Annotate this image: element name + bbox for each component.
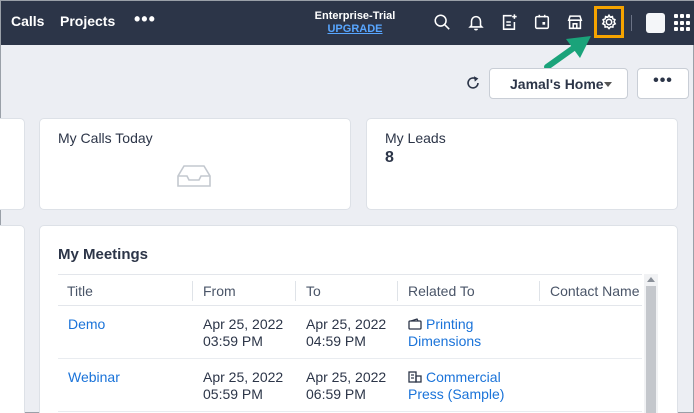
edition-info: Enterprise-Trial UPGRADE (309, 10, 401, 36)
column-header-title[interactable]: Title (67, 283, 93, 299)
refresh-icon[interactable] (464, 74, 482, 92)
home-dropdown-label: Jamal's Home (510, 76, 604, 92)
from-date: Apr 25, 2022 (203, 369, 284, 385)
apps-grid-icon[interactable] (674, 14, 692, 32)
column-header-to[interactable]: To (306, 283, 321, 299)
left-widget-card (0, 118, 25, 210)
related-to-link[interactable]: Commercial Press (Sample) (408, 369, 504, 403)
column-divider (295, 281, 296, 301)
meeting-from: Apr 25, 2022 03:59 PM (203, 316, 283, 350)
related-to-line1: Printing (426, 316, 474, 332)
column-divider (192, 281, 193, 301)
edition-name: Enterprise-Trial (314, 10, 396, 22)
nav-more-button[interactable]: ••• (134, 9, 156, 30)
leads-title: My Leads (385, 130, 446, 146)
column-divider (397, 281, 398, 301)
add-record-icon[interactable] (498, 11, 520, 33)
from-time: 05:59 PM (203, 386, 263, 402)
meetings-title: My Meetings (58, 246, 149, 263)
related-to-line2: Press (Sample) (408, 386, 505, 402)
pointer-arrow-icon (544, 36, 591, 70)
nav-calls-link[interactable]: Calls (11, 13, 44, 29)
related-to-line2: Dimensions (408, 333, 482, 349)
nav-divider (631, 15, 632, 31)
leads-count[interactable]: 8 (385, 149, 394, 167)
column-header-from[interactable]: From (203, 283, 236, 299)
marketplace-icon[interactable] (564, 11, 586, 33)
scroll-up-icon[interactable] (647, 277, 655, 282)
meeting-title-link[interactable]: Demo (68, 316, 105, 333)
deal-icon (408, 318, 422, 330)
to-time: 04:59 PM (306, 333, 366, 349)
meetings-card: My Meetings Title From To Related To Con… (39, 225, 678, 413)
to-date: Apr 25, 2022 (306, 369, 387, 385)
meeting-title-link[interactable]: Webinar (68, 369, 120, 386)
building-icon (408, 371, 422, 383)
home-dropdown[interactable]: Jamal's Home (489, 68, 628, 99)
search-icon[interactable] (431, 11, 453, 33)
meeting-to: Apr 25, 2022 04:59 PM (306, 316, 386, 350)
more-options-button[interactable]: ••• (637, 68, 689, 99)
calendar-icon[interactable] (531, 11, 553, 33)
table-row: Demo Apr 25, 2022 03:59 PM Apr 25, 2022 … (58, 306, 642, 359)
calls-today-title: My Calls Today (58, 130, 153, 146)
upgrade-link[interactable]: UPGRADE (309, 23, 401, 36)
scroll-thumb[interactable] (646, 286, 656, 413)
column-header-contact-name[interactable]: Contact Name (550, 283, 639, 299)
avatar[interactable] (646, 13, 665, 33)
meeting-to: Apr 25, 2022 06:59 PM (306, 369, 386, 403)
to-time: 06:59 PM (306, 386, 366, 402)
meeting-from: Apr 25, 2022 05:59 PM (203, 369, 283, 403)
column-header-related-to[interactable]: Related To (408, 283, 475, 299)
chevron-down-icon (604, 82, 612, 87)
calls-today-card: My Calls Today (39, 118, 351, 210)
related-to-line1: Commercial (426, 369, 501, 385)
from-time: 03:59 PM (203, 333, 263, 349)
column-divider (539, 281, 540, 301)
table-row: Webinar Apr 25, 2022 05:59 PM Apr 25, 20… (58, 359, 642, 412)
table-header: Title From To Related To Contact Name (58, 274, 642, 306)
left-widget-card (0, 225, 25, 413)
leads-card: My Leads 8 (366, 118, 678, 210)
nav-projects-link[interactable]: Projects (60, 13, 115, 29)
bell-icon[interactable] (465, 11, 487, 33)
related-to-link[interactable]: Printing Dimensions (408, 316, 481, 350)
empty-inbox-icon (177, 165, 211, 187)
to-date: Apr 25, 2022 (306, 316, 387, 332)
from-date: Apr 25, 2022 (203, 316, 284, 332)
table-scrollbar[interactable] (644, 274, 658, 413)
